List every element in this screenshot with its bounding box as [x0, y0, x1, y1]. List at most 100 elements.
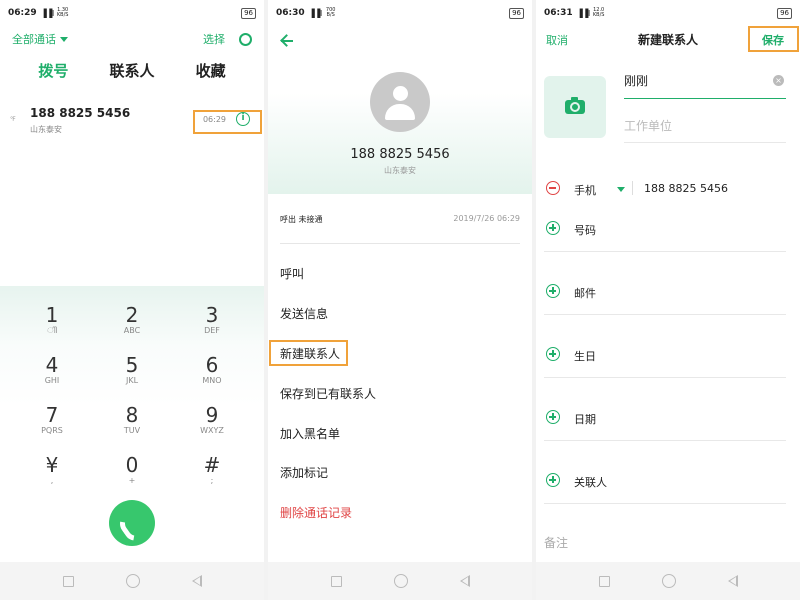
key-8[interactable]: 8 TUV	[92, 404, 172, 450]
status-bar: 06:29 ▐▐l 1.30 KB/S 96	[0, 0, 264, 26]
call-filter-dropdown[interactable]: 全部通话	[12, 31, 68, 47]
name-value: 刚刚	[624, 74, 649, 88]
battery-icon: 96	[509, 7, 524, 19]
home-icon[interactable]	[661, 574, 676, 588]
signal-icon: ▐▐l	[308, 8, 323, 18]
add-date-row[interactable]: 日期	[544, 407, 786, 441]
network-speed: 700 B/S	[325, 7, 336, 18]
add-birthday-row[interactable]: 生日	[544, 344, 786, 378]
add-icon[interactable]	[546, 347, 560, 361]
key-4[interactable]: 4 GHI	[12, 354, 92, 400]
key-0[interactable]: 0 +	[92, 454, 172, 500]
menu-item-add-tag[interactable]: 添加标记	[280, 463, 520, 483]
add-icon[interactable]	[546, 221, 560, 235]
avatar	[370, 72, 430, 132]
key-7[interactable]: 7 PQRS	[12, 404, 92, 450]
voicemail-icon: ിി	[47, 326, 57, 335]
field-label: 邮件	[574, 287, 596, 300]
highlight-box-save	[748, 26, 799, 52]
key-2[interactable]: 2 ABC	[92, 304, 172, 350]
status-time: 06:29	[8, 8, 37, 18]
divider	[280, 243, 520, 244]
call-log-entry: 呼出 未接通 2019/7/26 06:29	[280, 214, 520, 225]
contact-number: 188 8825 5456	[350, 147, 450, 162]
back-icon[interactable]	[727, 575, 738, 587]
tab-contacts[interactable]: 联系人	[102, 60, 162, 81]
add-icon[interactable]	[546, 284, 560, 298]
remove-icon[interactable]	[546, 181, 560, 195]
status-time: 06:31	[544, 8, 573, 18]
phone-type-label[interactable]: 手机	[574, 182, 596, 198]
add-photo-button[interactable]	[544, 76, 606, 138]
name-field[interactable]: 刚刚 ×	[624, 72, 786, 99]
menu-item-blacklist[interactable]: 加入黑名单	[280, 424, 520, 444]
add-relation-row[interactable]: 关联人	[544, 470, 786, 504]
phone-input[interactable]: 188 8825 5456	[644, 182, 728, 195]
clear-icon[interactable]: ×	[773, 75, 784, 86]
contact-header: 188 8825 5456 山东泰安	[268, 26, 532, 194]
nav-bar	[536, 562, 800, 600]
highlight-box-info	[193, 110, 262, 134]
recents-icon[interactable]	[62, 575, 74, 587]
key-6[interactable]: 6 MNO	[172, 354, 252, 400]
battery-icon: 96	[777, 7, 792, 19]
new-contact-screen: 06:31 ▐▐l 12.0 KB/S 96 取消 新建联系人 保存 刚刚 × 工…	[536, 0, 800, 600]
contact-location: 山东泰安	[384, 166, 416, 175]
home-icon[interactable]	[125, 574, 140, 588]
back-icon[interactable]	[459, 575, 470, 587]
back-arrow-icon[interactable]	[280, 34, 294, 48]
menu-item-save-existing[interactable]: 保存到已有联系人	[280, 384, 520, 404]
recents-icon[interactable]	[330, 575, 342, 587]
divider	[624, 142, 786, 143]
field-label: 号码	[574, 224, 596, 237]
key-1[interactable]: 1ിി	[12, 304, 92, 350]
network-speed: 12.0 KB/S	[592, 7, 605, 18]
signal-icon: ▐▐l	[576, 8, 591, 18]
call-button[interactable]	[109, 500, 155, 546]
highlight-box-new-contact	[269, 340, 348, 366]
nav-bar	[0, 562, 264, 600]
note-field[interactable]: 备注	[544, 534, 568, 551]
tab-dial[interactable]: 拨号	[23, 60, 83, 81]
call-log-time: 2019/7/26 06:29	[453, 214, 520, 223]
call-detail-screen: 06:30 ▐▐l 700 B/S 96 188 8825 5456 山东泰安 呼…	[268, 0, 532, 600]
menu-item-delete-log[interactable]: 删除通话记录	[280, 503, 520, 523]
call-filter-label: 全部通话	[12, 33, 56, 46]
company-field[interactable]: 工作单位	[624, 117, 672, 134]
field-label: 日期	[574, 413, 596, 426]
add-icon[interactable]	[546, 410, 560, 424]
menu-item-send-message[interactable]: 发送信息	[280, 304, 520, 324]
add-number-row[interactable]: 号码	[544, 218, 786, 252]
call-log-number: 188 8825 5456	[30, 106, 131, 120]
key-9[interactable]: 9 WXYZ	[172, 404, 252, 450]
key-star[interactable]: ¥,	[12, 454, 92, 500]
menu-item-call[interactable]: 呼叫	[280, 264, 520, 284]
chevron-down-icon[interactable]	[617, 187, 625, 192]
status-bar: 06:31 ▐▐l 12.0 KB/S 96	[536, 0, 800, 26]
field-label: 关联人	[574, 476, 607, 489]
status-time: 06:30	[276, 8, 305, 18]
tab-bar: 拨号 联系人 收藏	[0, 60, 264, 81]
key-hash[interactable]: #;	[172, 454, 252, 500]
key-3[interactable]: 3 DEF	[172, 304, 252, 350]
signal-icon: ▐▐l	[40, 8, 55, 18]
call-log-location: 山东泰安	[30, 125, 62, 134]
home-icon[interactable]	[393, 574, 408, 588]
settings-icon[interactable]	[239, 32, 252, 46]
select-button[interactable]: 选择	[203, 31, 225, 47]
camera-icon	[565, 97, 585, 114]
tab-favorites[interactable]: 收藏	[181, 60, 241, 81]
nav-bar	[268, 562, 532, 600]
call-type-icon: ℉	[10, 116, 16, 123]
field-label: 生日	[574, 350, 596, 363]
dialpad: 1ിി 2 ABC 3 DEF 4 GHI 5 JKL 6 MNO 7 PQRS 8 TUV …	[0, 286, 264, 562]
battery-icon: 96	[241, 7, 256, 19]
back-icon[interactable]	[191, 575, 202, 587]
recents-icon[interactable]	[598, 575, 610, 587]
add-icon[interactable]	[546, 473, 560, 487]
add-email-row[interactable]: 邮件	[544, 281, 786, 315]
call-log-type: 呼出 未接通	[280, 215, 323, 224]
status-bar: 06:30 ▐▐l 700 B/S 96	[268, 0, 532, 26]
phone-field-row: 手机 188 8825 5456	[544, 178, 786, 212]
key-5[interactable]: 5 JKL	[92, 354, 172, 400]
